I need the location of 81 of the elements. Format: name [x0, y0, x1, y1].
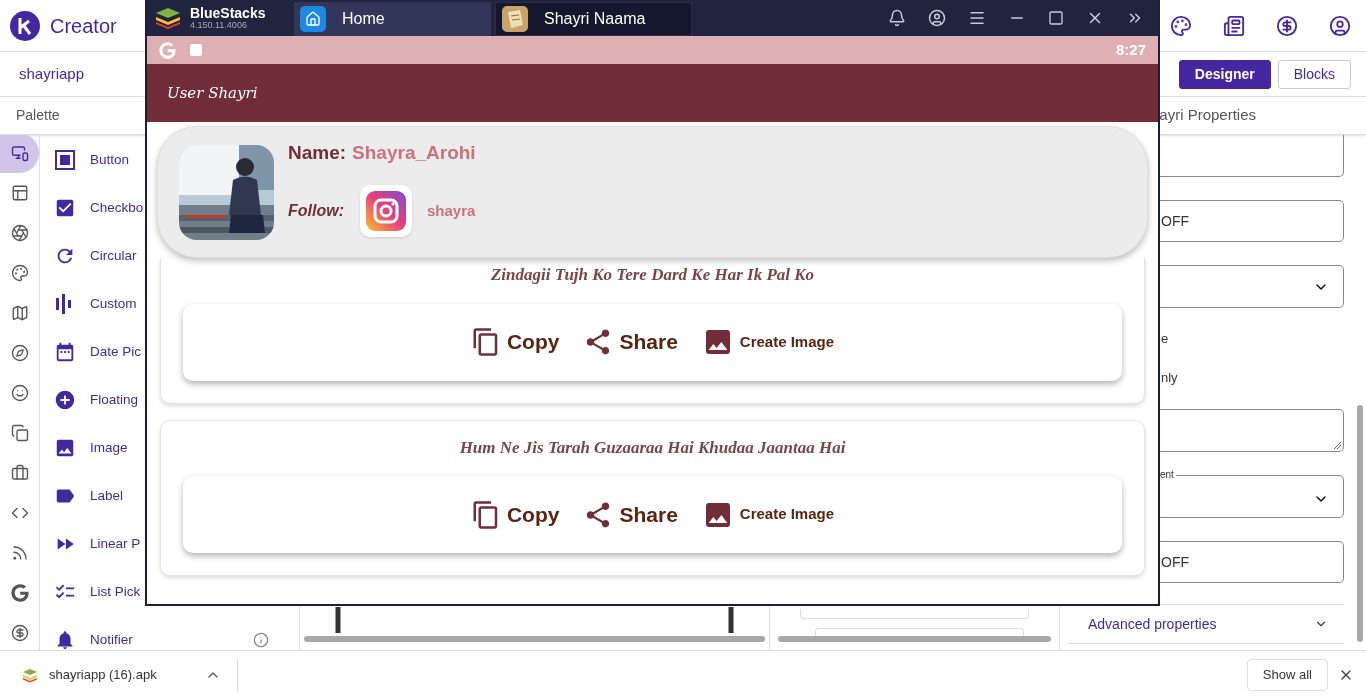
compass-icon: [10, 344, 29, 362]
instagram-icon[interactable]: [360, 185, 412, 238]
google-icon: [159, 41, 176, 59]
scrollbar[interactable]: [778, 636, 1051, 642]
copy-icon: [10, 424, 29, 442]
notification-icon[interactable]: [888, 9, 906, 27]
scroll-icon: [502, 6, 528, 32]
panel-title: Palette: [16, 106, 60, 125]
user-name: Shayra_Arohi: [352, 140, 476, 165]
calendar-icon: [54, 341, 76, 363]
action-button[interactable]: Share: [583, 326, 678, 358]
bluestacks-icon: [22, 667, 38, 683]
image-icon: [54, 437, 76, 459]
view-tab[interactable]: Designer: [1178, 59, 1271, 89]
view-tab[interactable]: Blocks: [1277, 59, 1351, 89]
menu-icon[interactable]: [968, 9, 986, 27]
scrollbar[interactable]: [304, 636, 765, 642]
action-button[interactable]: Copy: [470, 326, 560, 358]
palette-item[interactable]: Image: [90, 437, 128, 459]
name-label: Name:: [288, 140, 347, 165]
action-button[interactable]: Create Image: [701, 498, 835, 531]
brand-name: BlueStacks: [190, 6, 267, 20]
info-icon[interactable]: [253, 632, 269, 648]
window-tab[interactable]: Shayri Naama: [495, 2, 692, 36]
dollar-icon[interactable]: [1276, 14, 1298, 37]
shayri-text: Hum Ne Jis Tarah Guzaaraa Hai Khudaa Jaantaa Hai: [458, 436, 847, 459]
home-icon: [300, 6, 326, 32]
scrollbar[interactable]: [1357, 405, 1363, 642]
palette-item[interactable]: Date Pic: [90, 341, 142, 363]
palette-item[interactable]: Custom: [90, 293, 137, 315]
follow-label: Follow:: [288, 201, 345, 222]
account-icon[interactable]: [1329, 14, 1351, 37]
palette-item[interactable]: Notifier: [90, 629, 133, 650]
palette-item[interactable]: Linear P: [90, 533, 141, 555]
app-name: Creator: [50, 13, 117, 39]
palette-item[interactable]: List Pick: [90, 581, 141, 603]
version-text: 4.150.11.4006: [190, 21, 248, 30]
action-button[interactable]: Copy: [470, 498, 560, 531]
palette-item[interactable]: Button: [90, 149, 130, 171]
property-label: nly: [1161, 370, 1178, 386]
select-field[interactable]: [1160, 265, 1344, 308]
resize-handle-icon[interactable]: [1333, 441, 1341, 449]
button-icon: [54, 149, 76, 171]
palette-icon[interactable]: [1170, 14, 1192, 37]
action-button[interactable]: Create Image: [701, 326, 835, 358]
layout-icon: [10, 184, 29, 202]
devices-icon: [10, 144, 29, 162]
map-icon: [10, 304, 29, 322]
rss-icon: [10, 544, 29, 562]
palette-icon: [10, 264, 29, 282]
status-time: 8:27: [1115, 39, 1146, 60]
rail-item[interactable]: [0, 135, 39, 173]
property-label: e: [1161, 331, 1169, 347]
bluestacks-logo: [154, 6, 182, 30]
text-field[interactable]: OFF: [1160, 200, 1344, 242]
app-logo: [10, 10, 40, 41]
dollar-icon: [10, 624, 29, 642]
download-file-name[interactable]: shayriapp (16).apk: [49, 665, 157, 685]
palette-item[interactable]: Floating: [90, 389, 139, 411]
briefcase-icon: [10, 464, 29, 482]
text-field[interactable]: OFF: [1160, 541, 1344, 583]
palette-item[interactable]: Checkbo: [90, 197, 144, 219]
newspaper-icon[interactable]: [1223, 14, 1245, 37]
project-name[interactable]: shayriapp: [19, 62, 85, 86]
palette-item[interactable]: Label: [90, 485, 124, 507]
action-button[interactable]: Share: [583, 498, 678, 531]
checkbox-icon: [54, 197, 76, 219]
window-tab[interactable]: Home: [294, 2, 491, 36]
screen-title: User Shayri: [167, 82, 258, 104]
shayri-text: Zindagii Tujh Ko Tere Dard Ke Har Ik Pal Ko: [489, 264, 816, 286]
maximize-icon[interactable]: [1048, 10, 1064, 26]
google-icon: [10, 584, 29, 602]
field-legend: ent: [1160, 468, 1176, 482]
phone-frame-edge: [728, 607, 734, 633]
show-all-button[interactable]: Show all: [1246, 659, 1328, 691]
palette-item[interactable]: Circular: [90, 245, 137, 267]
panel-title: ayri Properties: [1159, 105, 1256, 126]
face-icon: [10, 384, 29, 402]
text-area[interactable]: [1160, 409, 1344, 452]
phone-frame-edge: [335, 607, 341, 633]
aperture-icon: [10, 224, 29, 242]
